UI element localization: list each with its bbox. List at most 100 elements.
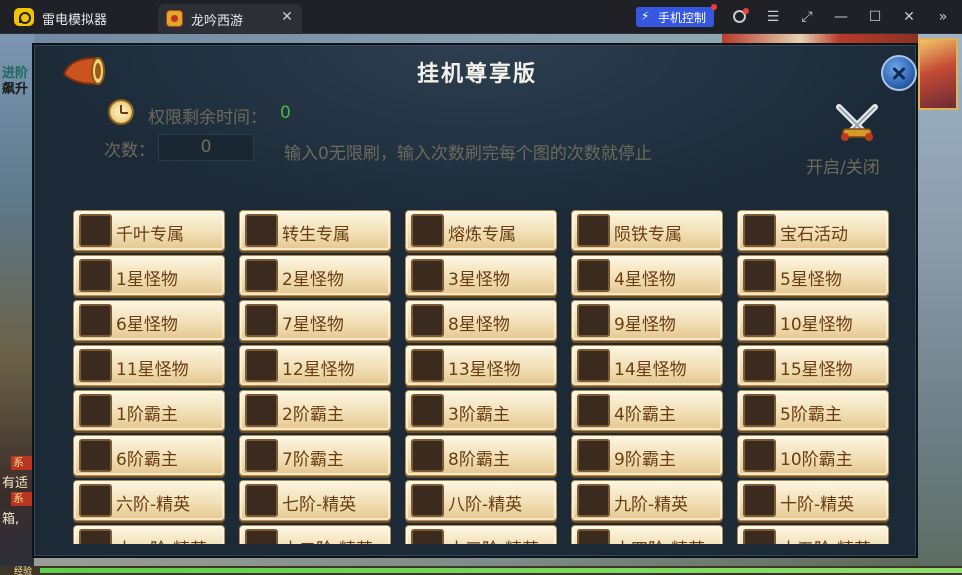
option-button[interactable]: 1星怪物 xyxy=(73,255,225,296)
emulator-titlebar: 雷电模拟器 龙吟西游 ✕ ⚡ 手机控制 ☰ ⤢ — ☐ ✕ » xyxy=(0,0,962,34)
option-checkbox[interactable] xyxy=(79,394,112,427)
option-label: 12星怪物 xyxy=(282,360,355,380)
option-button[interactable]: 9星怪物 xyxy=(571,300,723,341)
option-checkbox[interactable] xyxy=(79,214,112,247)
option-checkbox[interactable] xyxy=(411,214,444,247)
option-checkbox[interactable] xyxy=(245,259,278,292)
option-checkbox[interactable] xyxy=(577,439,610,472)
option-button[interactable]: 七阶-精英 xyxy=(239,480,391,521)
maximize-icon[interactable]: ☐ xyxy=(864,7,886,27)
option-checkbox[interactable] xyxy=(743,214,776,247)
option-checkbox[interactable] xyxy=(743,394,776,427)
option-button[interactable]: 8星怪物 xyxy=(405,300,557,341)
option-checkbox[interactable] xyxy=(743,439,776,472)
option-checkbox[interactable] xyxy=(577,394,610,427)
option-checkbox[interactable] xyxy=(411,349,444,382)
option-checkbox[interactable] xyxy=(577,304,610,337)
option-checkbox[interactable] xyxy=(245,439,278,472)
option-button[interactable]: 3星怪物 xyxy=(405,255,557,296)
minimize-icon[interactable]: — xyxy=(830,7,852,27)
option-button[interactable]: 十二阶-精英 xyxy=(239,525,391,544)
option-button[interactable]: 11星怪物 xyxy=(73,345,225,386)
option-button[interactable]: 15星怪物 xyxy=(737,345,889,386)
option-checkbox[interactable] xyxy=(245,394,278,427)
option-label: 6星怪物 xyxy=(116,315,178,335)
option-button[interactable]: 12星怪物 xyxy=(239,345,391,386)
option-checkbox[interactable] xyxy=(577,214,610,247)
option-button[interactable]: 十三阶-精英 xyxy=(405,525,557,544)
option-checkbox[interactable] xyxy=(743,484,776,517)
user-account-icon[interactable] xyxy=(728,7,750,27)
option-label: 4星怪物 xyxy=(614,270,676,290)
tab-close-icon[interactable]: ✕ xyxy=(278,8,296,26)
option-button[interactable]: 3阶霸主 xyxy=(405,390,557,431)
option-checkbox[interactable] xyxy=(743,529,776,544)
phone-control-button[interactable]: ⚡ 手机控制 xyxy=(636,4,717,27)
option-button[interactable]: 2星怪物 xyxy=(239,255,391,296)
option-button[interactable]: 十四阶-精英 xyxy=(571,525,723,544)
option-button[interactable]: 千叶专属 xyxy=(73,210,225,251)
option-button[interactable]: 1阶霸主 xyxy=(73,390,225,431)
option-checkbox[interactable] xyxy=(577,349,610,382)
option-button[interactable]: 4星怪物 xyxy=(571,255,723,296)
option-checkbox[interactable] xyxy=(411,484,444,517)
menu-icon[interactable]: ☰ xyxy=(762,7,784,27)
option-checkbox[interactable] xyxy=(245,349,278,382)
option-checkbox[interactable] xyxy=(577,529,610,544)
option-checkbox[interactable] xyxy=(411,529,444,544)
option-checkbox[interactable] xyxy=(245,484,278,517)
expand-sidebar-icon[interactable]: » xyxy=(932,7,954,27)
option-button[interactable]: 10星怪物 xyxy=(737,300,889,341)
option-button[interactable]: 十五阶-精英 xyxy=(737,525,889,544)
option-checkbox[interactable] xyxy=(743,304,776,337)
option-button[interactable]: 陨铁专属 xyxy=(571,210,723,251)
crossed-swords-icon[interactable] xyxy=(833,103,881,143)
option-button[interactable]: 八阶-精英 xyxy=(405,480,557,521)
option-checkbox[interactable] xyxy=(79,304,112,337)
dialog-close-button[interactable] xyxy=(881,55,917,91)
game-scene-right-edge xyxy=(918,34,962,575)
option-checkbox[interactable] xyxy=(245,214,278,247)
option-button[interactable]: 6阶霸主 xyxy=(73,435,225,476)
resize-window-icon[interactable]: ⤢ xyxy=(796,7,818,27)
option-checkbox[interactable] xyxy=(245,529,278,544)
option-button[interactable]: 十阶-精英 xyxy=(737,480,889,521)
toggle-on-off-label[interactable]: 开启/关闭 xyxy=(806,153,880,178)
option-button[interactable]: 熔炼专属 xyxy=(405,210,557,251)
option-button[interactable]: 六阶-精英 xyxy=(73,480,225,521)
option-button[interactable]: 4阶霸主 xyxy=(571,390,723,431)
option-button[interactable]: 7星怪物 xyxy=(239,300,391,341)
option-checkbox[interactable] xyxy=(577,484,610,517)
option-button[interactable]: 8阶霸主 xyxy=(405,435,557,476)
option-button[interactable]: 10阶霸主 xyxy=(737,435,889,476)
option-button[interactable]: 6星怪物 xyxy=(73,300,225,341)
option-button[interactable]: 宝石活动 xyxy=(737,210,889,251)
window-close-icon[interactable]: ✕ xyxy=(898,7,920,27)
option-button[interactable]: 14星怪物 xyxy=(571,345,723,386)
option-button[interactable]: 5阶霸主 xyxy=(737,390,889,431)
option-button[interactable]: 九阶-精英 xyxy=(571,480,723,521)
option-checkbox[interactable] xyxy=(411,259,444,292)
player-avatar[interactable] xyxy=(918,38,958,110)
option-button[interactable]: 2阶霸主 xyxy=(239,390,391,431)
option-checkbox[interactable] xyxy=(577,259,610,292)
option-checkbox[interactable] xyxy=(411,439,444,472)
option-checkbox[interactable] xyxy=(79,439,112,472)
option-checkbox[interactable] xyxy=(743,349,776,382)
option-checkbox[interactable] xyxy=(411,304,444,337)
option-checkbox[interactable] xyxy=(79,349,112,382)
option-checkbox[interactable] xyxy=(411,394,444,427)
option-button[interactable]: 转生专属 xyxy=(239,210,391,251)
option-checkbox[interactable] xyxy=(743,259,776,292)
option-checkbox[interactable] xyxy=(79,529,112,544)
option-checkbox[interactable] xyxy=(245,304,278,337)
count-input[interactable]: 0 xyxy=(158,134,254,161)
option-checkbox[interactable] xyxy=(79,259,112,292)
tab-game[interactable]: 龙吟西游 ✕ xyxy=(158,4,302,34)
option-button[interactable]: 7阶霸主 xyxy=(239,435,391,476)
option-button[interactable]: 9阶霸主 xyxy=(571,435,723,476)
option-checkbox[interactable] xyxy=(79,484,112,517)
option-button[interactable]: 十一阶-精英 xyxy=(73,525,225,544)
option-button[interactable]: 13星怪物 xyxy=(405,345,557,386)
option-button[interactable]: 5星怪物 xyxy=(737,255,889,296)
